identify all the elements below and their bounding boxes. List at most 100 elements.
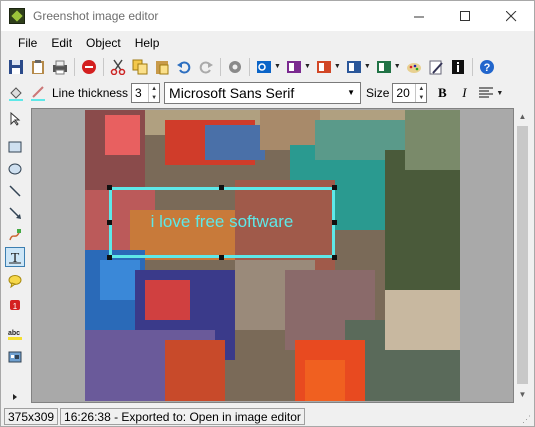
scroll-down-icon[interactable]: ▼ [514,386,531,403]
resize-handle[interactable] [332,255,337,260]
menu-object[interactable]: Object [79,36,128,50]
excel-icon[interactable] [375,58,393,76]
fill-color-icon[interactable] [7,84,25,102]
resize-handle[interactable] [219,255,224,260]
window-title: Greenshot image editor [33,9,159,23]
font-size-label: Size [366,86,390,100]
word-icon[interactable] [345,58,363,76]
status-bar: 375x309 16:26:38 - Exported to: Open in … [1,406,534,427]
undo-icon[interactable] [175,58,193,76]
clipboard-icon[interactable] [29,58,47,76]
svg-text:?: ? [483,62,490,74]
spin-down-icon[interactable]: ▼ [416,93,426,102]
resize-grip-icon[interactable]: ⋰ [522,414,531,425]
bold-button[interactable]: B [433,84,451,102]
toolbar-separator [74,57,75,76]
menu-help[interactable]: Help [128,36,167,50]
resize-handle[interactable] [107,255,112,260]
menu-file[interactable]: File [11,36,44,50]
outlook-dropdown-icon[interactable]: ▼ [274,63,281,70]
scrollbar-thumb[interactable] [517,126,528,384]
edit-icon[interactable] [427,58,445,76]
svg-text:T: T [11,251,20,264]
paste-icon[interactable] [153,58,171,76]
minimize-button[interactable] [396,1,442,31]
chevron-down-icon: ▼ [347,88,356,97]
close-icon [505,10,516,21]
stop-icon[interactable] [80,58,98,76]
powerpoint-icon[interactable] [315,58,333,76]
line-color-icon[interactable] [29,84,47,102]
cut-icon[interactable] [109,58,127,76]
print-icon[interactable] [51,58,69,76]
line-thickness-stepper[interactable]: 3 ▲ ▼ [131,83,161,103]
more-tools-icon[interactable] [5,391,25,403]
font-family-value: Microsoft Sans Serif [169,85,295,101]
properties-bar: Line thickness 3 ▲ ▼ Microsoft Sans Serif… [1,80,534,106]
onenote-dropdown-icon[interactable]: ▼ [304,63,311,70]
toolbar-separator [249,57,250,76]
spin-down-icon[interactable]: ▼ [149,93,159,102]
excel-dropdown-icon[interactable]: ▼ [394,63,401,70]
svg-text:abc: abc [8,330,20,337]
font-size-value[interactable]: 20 [393,84,415,102]
toolbar-separator [220,57,221,76]
menu-bar: File Edit Object Help [1,32,534,53]
freehand-icon[interactable] [5,225,25,245]
line-thickness-label: Line thickness [52,86,129,100]
line-icon[interactable] [5,181,25,201]
maximize-button[interactable] [442,1,488,31]
spin-up-icon[interactable]: ▲ [416,84,426,93]
resize-handle[interactable] [107,185,112,190]
scroll-up-icon[interactable]: ▲ [514,108,531,125]
copy-icon[interactable] [131,58,149,76]
italic-button[interactable]: I [455,84,473,102]
redo-icon[interactable] [197,58,215,76]
line-thickness-value[interactable]: 3 [132,84,148,102]
save-icon[interactable] [7,58,25,76]
obfuscate-icon[interactable] [5,347,25,367]
align-icon[interactable] [477,84,495,102]
speechbubble-icon[interactable] [5,271,25,291]
title-bar: Greenshot image editor [1,1,534,31]
align-dropdown-icon[interactable]: ▼ [496,90,503,97]
info-icon[interactable] [449,58,467,76]
editor-window: Greenshot image editor File Edit Object … [0,0,535,427]
svg-text:1: 1 [13,302,18,311]
menu-edit[interactable]: Edit [44,36,79,50]
drawing-tools: T 1 abc [1,107,29,405]
resize-handle[interactable] [332,220,337,225]
annotation-text[interactable]: i love free software [112,212,332,232]
main-toolbar: ▼ ▼ ▼ ▼ ▼ ? [1,54,534,79]
onenote-icon[interactable] [285,58,303,76]
resize-handle[interactable] [332,185,337,190]
status-message: 16:26:38 - Exported to: Open in image ed… [60,408,305,425]
close-button[interactable] [488,1,534,31]
toolbar-separator [471,57,473,76]
rectangle-icon[interactable] [5,137,25,157]
settings-icon[interactable] [226,58,244,76]
greenshot-logo-icon [9,8,25,24]
paint-icon[interactable] [405,58,423,76]
counter-icon[interactable]: 1 [5,295,25,315]
spin-up-icon[interactable]: ▲ [149,84,159,93]
ellipse-icon[interactable] [5,159,25,179]
vertical-scrollbar[interactable]: ▲ ▼ [514,108,531,403]
powerpoint-dropdown-icon[interactable]: ▼ [334,63,341,70]
resize-handle[interactable] [107,220,112,225]
image-dimensions: 375x309 [4,408,59,425]
word-dropdown-icon[interactable]: ▼ [364,63,371,70]
toolbar-separator [103,57,104,76]
help-icon[interactable]: ? [478,58,496,76]
minimize-icon [413,16,424,17]
maximize-icon [459,10,470,21]
text-tool-icon[interactable]: T [5,247,25,267]
arrow-icon[interactable] [5,203,25,223]
outlook-icon[interactable] [255,58,273,76]
highlight-icon[interactable]: abc [5,325,25,345]
resize-handle[interactable] [219,185,224,190]
font-family-select[interactable]: Microsoft Sans Serif ▼ [164,82,362,104]
cursor-icon[interactable] [5,109,25,129]
font-size-stepper[interactable]: 20 ▲ ▼ [392,83,428,103]
text-annotation[interactable]: i love free software [109,187,335,258]
